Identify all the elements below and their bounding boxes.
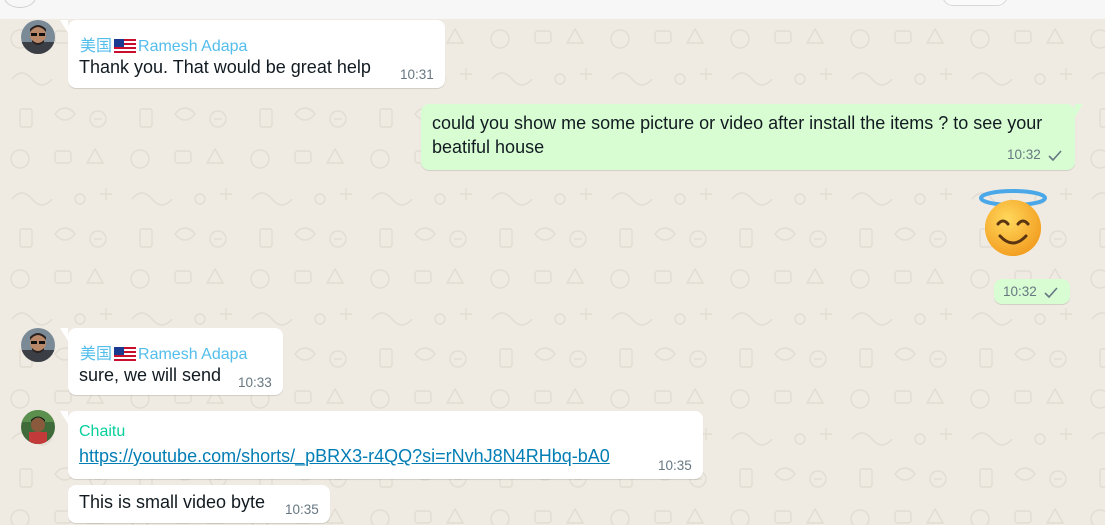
sender-label: Ramesh Adapa [138,38,248,55]
back-button[interactable] [4,0,36,8]
message-bubble[interactable]: 美国 Ramesh Adapa sure, we will send 10:33 [60,328,283,395]
emoji-time-bubble[interactable]: 10:32 [994,279,1070,304]
avatar-ramesh-icon [21,20,55,54]
message-text: sure, we will send [79,365,222,385]
message-time: 10:32 [1003,284,1037,299]
single-check-icon [1048,150,1062,161]
avatar-chaitu-icon [21,410,55,444]
sender-name[interactable]: 美国 Ramesh Adapa [80,340,247,364]
us-flag-icon [114,39,137,53]
halo-emoji-icon [979,189,1047,256]
header-action-button[interactable] [942,0,1008,6]
us-flag-icon [114,347,137,361]
sender-prefix: 美国 [80,38,113,55]
message-text: could you show me some picture or video … [432,113,1043,157]
message-bubble[interactable]: This is small video byte 10:35 [68,485,330,523]
message-text: This is small video byte [79,492,266,512]
message-bubble[interactable]: 美国 Ramesh Adapa Thank you. That would be … [60,20,445,88]
message-time: 10:35 [285,502,319,517]
avatar-ramesh[interactable] [21,20,55,54]
message-time: 10:31 [400,67,434,82]
sender-prefix: 美国 [80,346,113,363]
sender-name[interactable]: 美国 Ramesh Adapa [80,32,247,56]
avatar-ramesh[interactable] [21,328,55,362]
youtube-link[interactable]: https://youtube.com/shorts/_pBRX3-r4QQ?s… [79,446,610,467]
avatar-ramesh-icon [21,328,55,362]
top-bar [0,0,1105,19]
sender-name[interactable]: Chaitu [79,423,125,441]
avatar-chaitu[interactable] [21,410,55,444]
message-time: 10:33 [238,375,272,390]
message-bubble[interactable]: Chaitu https://youtube.com/shorts/_pBRX3… [60,411,703,479]
message-text: Thank you. That would be great help [79,57,371,77]
message-bubble-outgoing[interactable]: could you show me some picture or video … [421,104,1083,170]
message-time: 10:32 [1007,147,1041,162]
message-time: 10:35 [658,458,692,473]
single-check-icon [1044,287,1058,298]
sender-label: Ramesh Adapa [138,346,248,363]
